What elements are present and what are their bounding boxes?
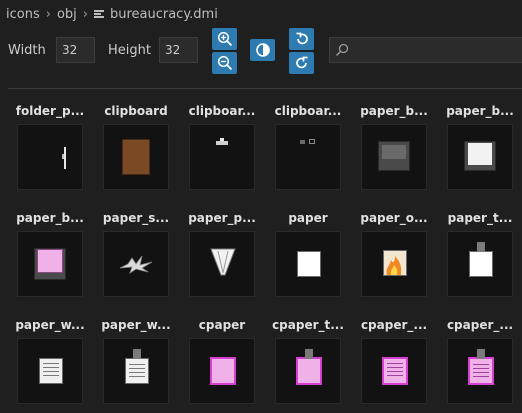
rotate-right-icon (295, 56, 307, 69)
icon-name: paper_p... (188, 211, 256, 225)
rotate-left-icon (296, 32, 308, 45)
icon-cell[interactable]: cpaper_... (351, 318, 437, 410)
rotate-left-button[interactable] (289, 28, 314, 50)
icon-cell[interactable]: paper_b... (437, 104, 522, 196)
height-label: Height (108, 43, 151, 58)
height-input[interactable] (159, 37, 198, 63)
icon-thumbnail[interactable] (275, 124, 341, 190)
icon-cell[interactable]: paper_b... (7, 211, 93, 303)
icon-cell[interactable]: cpaper_t... (265, 318, 351, 410)
icon-name: paper_t... (447, 211, 513, 225)
icon-thumbnail[interactable] (189, 338, 255, 404)
icon-thumbnail[interactable] (17, 231, 83, 297)
icon-name: paper_o... (360, 211, 428, 225)
icon-name: cpaper (198, 318, 246, 332)
rotate-right-button[interactable] (289, 52, 314, 74)
chevron-right-icon: › (82, 6, 88, 22)
icon-thumbnail[interactable] (103, 338, 169, 404)
search-icon (336, 43, 349, 56)
icon-name: cpaper_t... (272, 318, 344, 332)
icon-thumbnail[interactable] (361, 231, 427, 297)
icon-name: clipboar... (188, 104, 256, 118)
breadcrumb: icons › obj › bureaucracy.dmi (6, 4, 218, 24)
icon-cell[interactable]: paper_o... (351, 211, 437, 303)
icon-name: clipboard (104, 104, 168, 118)
icon-cell[interactable]: cpaper (179, 318, 265, 410)
chevron-right-icon: › (45, 6, 51, 22)
icon-thumbnail[interactable] (103, 231, 169, 297)
icon-cell[interactable]: paper (265, 211, 351, 303)
search-input[interactable] (329, 37, 522, 63)
icon-thumbnail[interactable] (17, 338, 83, 404)
icon-thumbnail[interactable] (275, 338, 341, 404)
icon-name: paper_w... (101, 318, 171, 332)
icon-thumbnail[interactable] (103, 124, 169, 190)
width-input[interactable] (56, 37, 95, 63)
icon-thumbnail[interactable] (17, 124, 83, 190)
icon-name: folder_p... (15, 104, 85, 118)
icon-thumbnail[interactable] (447, 231, 513, 297)
icon-name: paper_b... (360, 104, 428, 118)
zoom-out-button[interactable] (212, 52, 237, 74)
contrast-icon (255, 43, 270, 57)
zoom-in-button[interactable] (212, 28, 237, 50)
toolbar: Width Height (0, 28, 522, 78)
width-label: Width (8, 43, 46, 58)
icon-name: paper_s... (102, 211, 170, 225)
icon-name: paper_b... (16, 211, 84, 225)
icon-cell[interactable]: paper_b... (351, 104, 437, 196)
icon-thumbnail[interactable] (361, 338, 427, 404)
icon-cell[interactable]: paper_w... (7, 318, 93, 410)
icon-cell[interactable]: paper_w... (93, 318, 179, 410)
icon-cell[interactable]: clipboard (93, 104, 179, 196)
icon-cell[interactable]: clipboar... (179, 104, 265, 196)
icon-name: clipboar... (274, 104, 342, 118)
breadcrumb-segment-icons[interactable]: icons (6, 7, 40, 22)
icon-cell[interactable]: clipboar... (265, 104, 351, 196)
icon-name: paper (288, 211, 328, 225)
contrast-toggle-button[interactable] (250, 39, 275, 61)
icon-thumbnail[interactable] (447, 124, 513, 190)
breadcrumb-segment-obj[interactable]: obj (57, 7, 77, 22)
divider (8, 88, 522, 89)
icon-cell[interactable]: paper_t... (437, 211, 522, 303)
icon-cell[interactable]: paper_p... (179, 211, 265, 303)
icon-name: paper_w... (15, 318, 85, 332)
file-lines-icon (93, 9, 104, 19)
breadcrumb-file[interactable]: bureaucracy.dmi (110, 7, 218, 22)
search-field[interactable] (352, 40, 522, 60)
icon-name: cpaper_... (360, 318, 428, 332)
icon-thumbnail[interactable] (361, 124, 427, 190)
zoom-out-icon (217, 55, 232, 71)
icon-cell[interactable]: paper_s... (93, 211, 179, 303)
icon-thumbnail[interactable] (447, 338, 513, 404)
icon-cell[interactable]: folder_p... (7, 104, 93, 196)
icon-thumbnail[interactable] (189, 124, 255, 190)
icon-name: paper_b... (446, 104, 514, 118)
zoom-in-icon (217, 31, 232, 47)
icon-cell[interactable]: cpaper_... (437, 318, 522, 410)
icon-thumbnail[interactable] (275, 231, 341, 297)
icon-thumbnail[interactable] (189, 231, 255, 297)
icon-name: cpaper_... (446, 318, 514, 332)
